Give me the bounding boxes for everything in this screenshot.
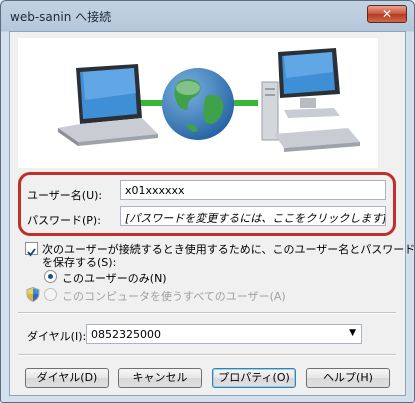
title-bar[interactable]: web-sanin へ接続 ✕ — [1, 1, 414, 31]
properties-button[interactable]: プロパティ(O) — [212, 368, 296, 388]
radio-me-only[interactable] — [44, 270, 57, 283]
dialog-body: ユーザー名(U): x01xxxxxx パスワード(P): [パスワードを変更す… — [9, 31, 415, 396]
dial-number-select[interactable]: 0852325000 ▼ — [86, 324, 362, 344]
uac-shield-icon — [26, 287, 40, 306]
save-password-label-line2: を保存する(S): — [42, 256, 117, 269]
save-password-checkbox[interactable] — [25, 242, 38, 257]
credentials-highlight — [18, 172, 396, 236]
radio-everyone[interactable] — [44, 288, 57, 301]
separator-top — [18, 312, 396, 314]
desktop-computer-icon — [261, 48, 360, 152]
separator-bottom — [18, 354, 396, 356]
connect-dialog: web-sanin へ接続 ✕ ユーザー名(U): x01xxxxxx パスワー… — [0, 0, 415, 403]
close-button[interactable]: ✕ — [367, 5, 407, 23]
dropdown-arrow-icon[interactable]: ▼ — [349, 328, 356, 338]
dial-number-value: 0852325000 — [91, 328, 161, 341]
radio-everyone-label: このコンピュータを使うすべてのユーザー(A) — [62, 290, 286, 303]
checkmark-icon — [27, 248, 36, 257]
cancel-button[interactable]: キャンセル — [118, 368, 202, 388]
radio-me-only-label: このユーザーのみ(N) — [62, 272, 167, 285]
window-title: web-sanin へ接続 — [10, 10, 112, 24]
network-banner — [18, 38, 378, 168]
close-icon: ✕ — [381, 7, 393, 21]
help-button[interactable]: ヘルプ(H) — [306, 368, 390, 388]
globe-icon — [162, 68, 234, 140]
dial-button[interactable]: ダイヤル(D) — [25, 368, 109, 388]
dial-label: ダイヤル(I): — [27, 330, 87, 343]
